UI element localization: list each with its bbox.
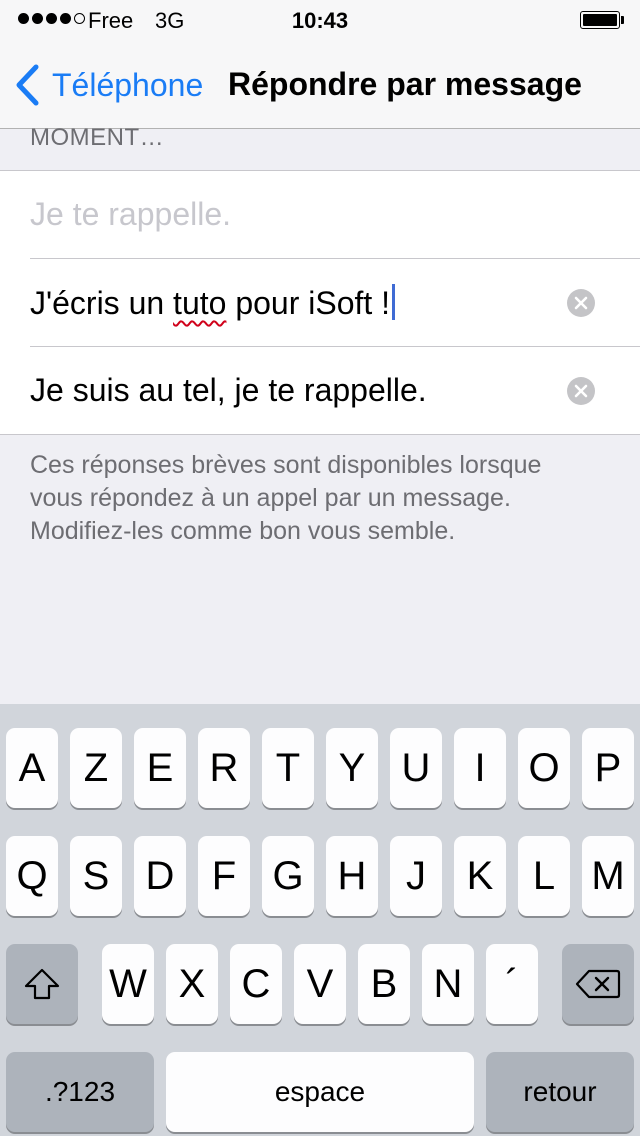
misspelled-word: tuto — [173, 285, 227, 321]
responses-list: Je te rappelle. J'écris un tuto pour iSo… — [0, 170, 640, 435]
clear-button-2[interactable] — [567, 289, 595, 317]
key-acute-accent[interactable]: ´ — [486, 944, 538, 1024]
key-j[interactable]: J — [390, 836, 442, 916]
key-o[interactable]: O — [518, 728, 570, 808]
chevron-left-icon — [16, 64, 39, 106]
keyboard: A Z E R T Y U I O P Q S D F G H J K L M … — [0, 704, 640, 1136]
back-button[interactable]: Téléphone — [14, 64, 203, 106]
key-b[interactable]: B — [358, 944, 410, 1024]
back-button-label: Téléphone — [52, 66, 204, 103]
response-placeholder: Je te rappelle. — [30, 196, 232, 232]
key-u[interactable]: U — [390, 728, 442, 808]
shift-icon — [24, 968, 60, 1000]
response-text-3: Je suis au tel, je te rappelle. — [30, 372, 427, 408]
key-g[interactable]: G — [262, 836, 314, 916]
response-field-1[interactable]: Je te rappelle. — [0, 171, 640, 259]
key-d[interactable]: D — [134, 836, 186, 916]
key-r[interactable]: R — [198, 728, 250, 808]
shift-key[interactable] — [6, 944, 78, 1024]
navigation-bar: Téléphone Répondre par message — [0, 40, 640, 129]
key-c[interactable]: C — [230, 944, 282, 1024]
close-icon — [574, 296, 588, 310]
section-header: MOMENT… — [30, 124, 165, 151]
battery-icon — [580, 11, 624, 31]
key-t[interactable]: T — [262, 728, 314, 808]
numbers-key[interactable]: .?123 — [6, 1052, 154, 1132]
key-i[interactable]: I — [454, 728, 506, 808]
key-k[interactable]: K — [454, 836, 506, 916]
key-e[interactable]: E — [134, 728, 186, 808]
delete-icon — [575, 969, 621, 999]
response-field-3[interactable]: Je suis au tel, je te rappelle. — [0, 347, 640, 435]
section-footer: Ces réponses brèves sont disponibles lor… — [30, 451, 542, 545]
space-key[interactable]: espace — [166, 1052, 474, 1132]
key-l[interactable]: L — [518, 836, 570, 916]
clear-button-3[interactable] — [567, 377, 595, 405]
response-text-2: J'écris un tuto pour iSoft ! — [30, 284, 396, 322]
key-f[interactable]: F — [198, 836, 250, 916]
text-cursor — [392, 284, 396, 320]
close-icon — [574, 384, 588, 398]
response-field-2[interactable]: J'écris un tuto pour iSoft ! — [0, 259, 640, 347]
key-q[interactable]: Q — [6, 836, 58, 916]
key-w[interactable]: W — [102, 944, 154, 1024]
delete-key[interactable] — [562, 944, 634, 1024]
key-h[interactable]: H — [326, 836, 378, 916]
key-p[interactable]: P — [582, 728, 634, 808]
key-n[interactable]: N — [422, 944, 474, 1024]
key-y[interactable]: Y — [326, 728, 378, 808]
page-title: Répondre par message — [228, 66, 582, 102]
key-a[interactable]: A — [6, 728, 58, 808]
key-m[interactable]: M — [582, 836, 634, 916]
status-time: 10:43 — [291, 8, 349, 33]
key-x[interactable]: X — [166, 944, 218, 1024]
key-z[interactable]: Z — [70, 728, 122, 808]
status-bar: Free 3G 10:43 — [0, 0, 640, 40]
return-key[interactable]: retour — [486, 1052, 634, 1132]
key-v[interactable]: V — [294, 944, 346, 1024]
key-s[interactable]: S — [70, 836, 122, 916]
